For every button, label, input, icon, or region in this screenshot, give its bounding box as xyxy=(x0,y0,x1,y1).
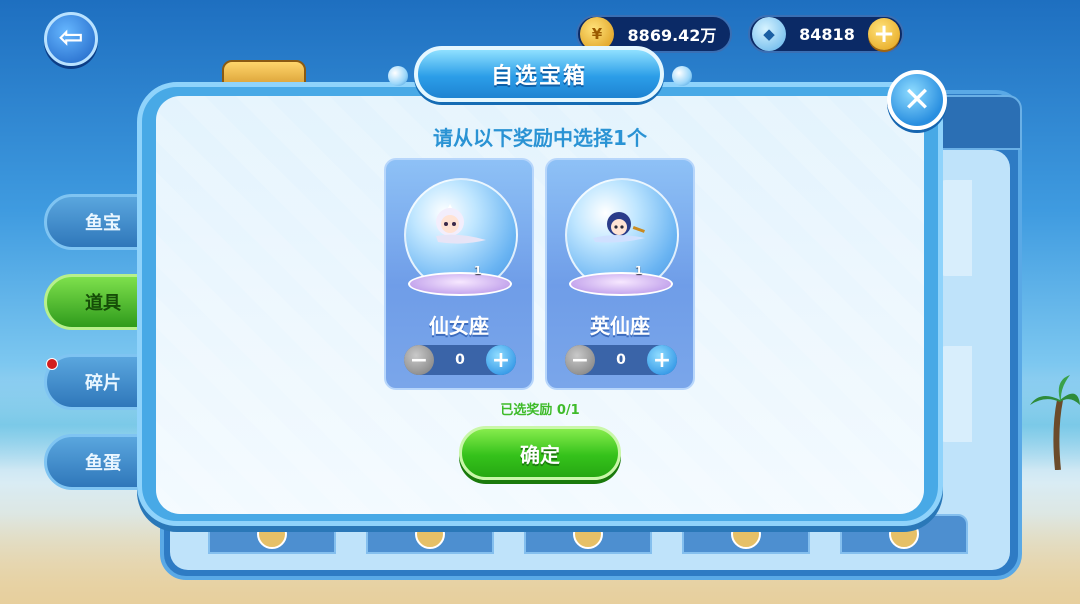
shell-pedestal xyxy=(408,272,512,296)
pearl-decoration xyxy=(388,66,408,86)
diamond-icon: ◆ xyxy=(752,17,786,51)
reward-count: 1 xyxy=(474,264,482,277)
selection-prompt: 请从以下奖励中选择1个 xyxy=(433,126,647,150)
sidebar-item-label: 鱼宝 xyxy=(85,213,121,234)
confirm-button[interactable]: 确定 xyxy=(459,426,621,480)
back-button[interactable]: ⇦ xyxy=(44,12,98,66)
quantity-stepper: − 0 + xyxy=(565,345,677,375)
reward-card-perseus[interactable]: 1 英仙座 − 0 + xyxy=(545,158,695,390)
decrease-button[interactable]: − xyxy=(404,345,434,375)
dialog-title-banner: 自选宝箱 xyxy=(414,46,664,102)
increase-button[interactable]: + xyxy=(647,345,677,375)
dialog-title: 自选宝箱 xyxy=(490,64,587,89)
selected-quantity: 0 xyxy=(455,352,465,368)
decrease-button[interactable]: − xyxy=(565,345,595,375)
shell-pedestal xyxy=(569,272,673,296)
gem-amount: 84818 xyxy=(799,24,855,44)
close-icon: ✕ xyxy=(902,80,932,120)
sidebar-item-label: 道具 xyxy=(85,293,121,314)
increase-button[interactable]: + xyxy=(486,345,516,375)
close-button[interactable]: ✕ xyxy=(887,70,947,130)
notification-dot xyxy=(46,358,58,370)
sidebar-item-label: 鱼蛋 xyxy=(85,453,121,474)
pearl-decoration xyxy=(672,66,692,86)
quantity-stepper: − 0 + xyxy=(404,345,516,375)
selected-reward-summary: 已选奖励 0/1 xyxy=(500,403,580,418)
reward-name: 英仙座 xyxy=(590,314,650,338)
selected-quantity: 0 xyxy=(616,352,626,368)
andromeda-character-icon xyxy=(436,204,486,244)
back-arrow-icon: ⇦ xyxy=(58,19,84,55)
confirm-button-label: 确定 xyxy=(520,442,560,467)
reward-count: 1 xyxy=(635,264,643,277)
reward-card-andromeda[interactable]: 1 仙女座 − 0 + xyxy=(384,158,534,390)
gold-amount: 8869.42万 xyxy=(627,26,717,45)
sidebar-item-label: 碎片 xyxy=(85,373,121,394)
perseus-character-icon xyxy=(593,212,645,243)
gem-currency: ◆ 84818 + xyxy=(748,15,904,53)
add-gems-button[interactable]: + xyxy=(868,18,900,50)
palm-tree-decoration xyxy=(1030,375,1080,470)
reward-name: 仙女座 xyxy=(429,314,489,338)
